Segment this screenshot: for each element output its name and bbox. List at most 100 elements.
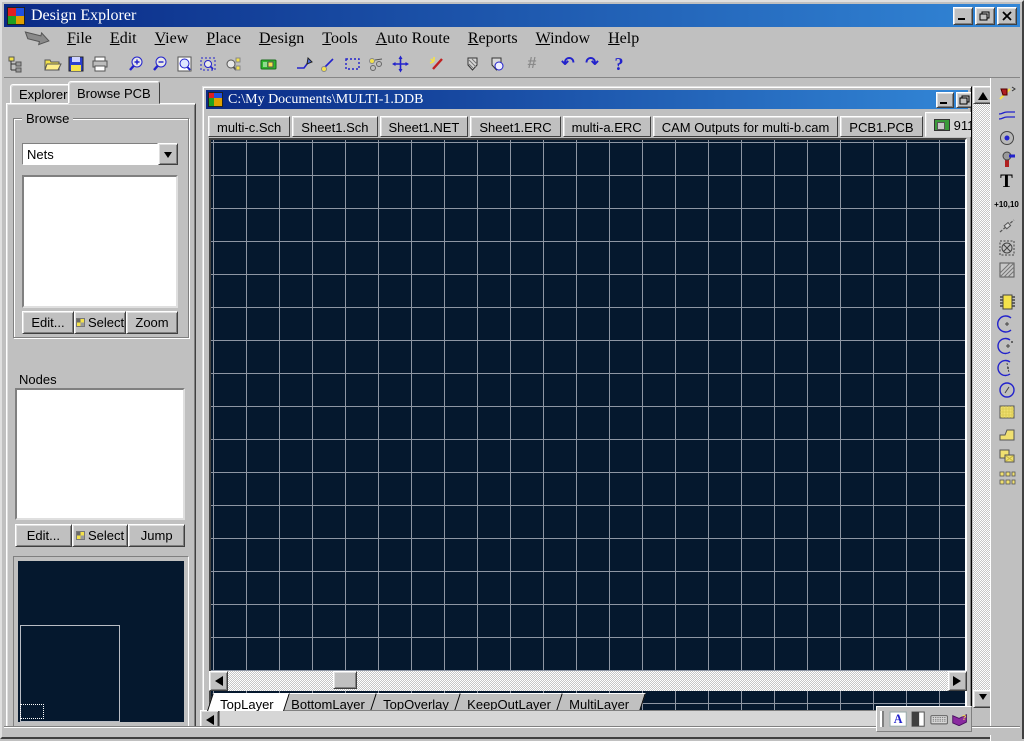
- tab-explorer[interactable]: Explorer: [10, 84, 76, 104]
- browse-pcb-panel: Browse Nets Edit... Select Zoom Nodes Ed…: [6, 103, 196, 732]
- print-icon[interactable]: [88, 53, 112, 75]
- select-mini-icon: [76, 531, 85, 540]
- design-manager-panel: Explorer Browse PCB Browse Nets Edit... …: [6, 80, 196, 732]
- grid-toggle-icon[interactable]: #: [520, 53, 544, 75]
- nodes-jump-button[interactable]: Jump: [128, 524, 185, 547]
- tab-browse-pcb[interactable]: Browse PCB: [68, 81, 160, 104]
- browse-groupbox: Browse Nets Edit... Select Zoom: [13, 118, 189, 338]
- doc-restore-button[interactable]: [956, 92, 972, 108]
- scrollbar-track[interactable]: [228, 671, 948, 691]
- menu-place[interactable]: Place: [197, 29, 250, 49]
- pad-icon[interactable]: [995, 128, 1019, 148]
- pcb-horizontal-scrollbar[interactable]: [209, 671, 967, 691]
- text-style-icon[interactable]: A: [889, 710, 907, 728]
- wizard-wand-icon[interactable]: [424, 53, 448, 75]
- minimize-button[interactable]: [953, 7, 973, 25]
- help-icon[interactable]: ?: [607, 53, 631, 75]
- layer-pair-toggle-icon[interactable]: [909, 710, 927, 728]
- deselect-icon[interactable]: [364, 53, 388, 75]
- menu-file[interactable]: File: [58, 29, 101, 49]
- tab-911-pcb[interactable]: 911.PCB: [925, 112, 972, 137]
- explorer-panel-toggle-icon[interactable]: [4, 53, 28, 75]
- polygon-plane-icon[interactable]: [995, 424, 1019, 444]
- menu-edit[interactable]: Edit: [101, 29, 146, 49]
- restore-button[interactable]: [975, 7, 995, 25]
- interactive-routing-icon[interactable]: [995, 84, 1019, 104]
- toolbar-grip-handle[interactable]: [880, 711, 884, 727]
- dimension-icon[interactable]: [995, 216, 1019, 236]
- menu-help[interactable]: Help: [599, 29, 648, 49]
- pcb-canvas[interactable]: [209, 138, 967, 712]
- zoom-point-icon[interactable]: [220, 53, 244, 75]
- menu-auto-route[interactable]: Auto Route: [367, 29, 459, 49]
- close-button[interactable]: [997, 7, 1017, 25]
- tab-sheet1-erc[interactable]: Sheet1.ERC: [470, 116, 560, 137]
- tab-sheet1-sch[interactable]: Sheet1.Sch: [292, 116, 377, 137]
- nodes-edit-button[interactable]: Edit...: [15, 524, 72, 547]
- polygon-shield-zoom-icon[interactable]: [484, 53, 508, 75]
- dropdown-arrow-icon[interactable]: [158, 143, 178, 165]
- zoom-area-icon[interactable]: [196, 53, 220, 75]
- coordinate-icon[interactable]: +10,10: [995, 194, 1019, 214]
- save-icon[interactable]: [64, 53, 88, 75]
- component-icon[interactable]: [995, 292, 1019, 312]
- scrollbar-thumb[interactable]: [333, 671, 357, 689]
- scroll-right-icon[interactable]: [948, 671, 967, 691]
- menu-reports[interactable]: Reports: [459, 29, 527, 49]
- tab-multi-a-erc[interactable]: multi-a.ERC: [563, 116, 651, 137]
- zoom-out-icon[interactable]: [148, 53, 172, 75]
- arc-by-edge-icon[interactable]: [995, 314, 1019, 334]
- browse-library-icon[interactable]: [256, 53, 280, 75]
- line-tool-icon[interactable]: [316, 53, 340, 75]
- paste-special-icon[interactable]: [995, 446, 1019, 466]
- nodes-buttons: Edit... Select Jump: [15, 524, 185, 547]
- minimap-frame: [13, 556, 189, 727]
- menu-tools[interactable]: Tools: [313, 29, 366, 49]
- design-explorer-window: Design Explorer File Edit View Place Des…: [0, 0, 1024, 739]
- board-minimap[interactable]: [18, 561, 184, 722]
- document-icon: [208, 92, 223, 107]
- nets-zoom-button[interactable]: Zoom: [126, 311, 178, 334]
- help-book-icon[interactable]: ?: [950, 710, 968, 728]
- minimap-viewport-rect[interactable]: [20, 704, 44, 719]
- system-menu-arrow-icon[interactable]: [22, 31, 52, 47]
- nodes-select-button[interactable]: Select: [72, 524, 129, 547]
- browse-group-label: Browse: [22, 111, 73, 126]
- doc-minimize-button[interactable]: [936, 92, 954, 108]
- layer-tab-toplayer[interactable]: TopLayer: [205, 693, 290, 712]
- fill-hatched-icon[interactable]: [995, 260, 1019, 280]
- nodes-listbox[interactable]: [15, 388, 185, 520]
- redo-icon[interactable]: ↷: [580, 53, 604, 75]
- select-area-icon[interactable]: [340, 53, 364, 75]
- tab-multi-c-sch[interactable]: multi-c.Sch: [208, 116, 290, 137]
- nets-listbox[interactable]: [22, 175, 178, 308]
- menu-view[interactable]: View: [146, 29, 198, 49]
- component-array-icon[interactable]: [995, 468, 1019, 488]
- full-circle-icon[interactable]: [995, 380, 1019, 400]
- wiring-tool-icon[interactable]: [292, 53, 316, 75]
- polygon-shield-icon[interactable]: [460, 53, 484, 75]
- menu-window[interactable]: Window: [527, 29, 599, 49]
- keyboard-shortcuts-icon[interactable]: [930, 710, 948, 728]
- document-titlebar[interactable]: C:\My Documents\MULTI-1.DDB: [206, 90, 968, 109]
- nets-select-button[interactable]: Select: [74, 311, 126, 334]
- open-document-icon[interactable]: [40, 53, 64, 75]
- fill-icon[interactable]: [995, 402, 1019, 422]
- tab-sheet1-net[interactable]: Sheet1.NET: [380, 116, 469, 137]
- arc-by-center-icon[interactable]: [995, 336, 1019, 356]
- multiple-traces-icon[interactable]: [995, 106, 1019, 126]
- nets-edit-button[interactable]: Edit...: [22, 311, 74, 334]
- undo-icon[interactable]: ↶: [556, 53, 580, 75]
- scroll-left-icon[interactable]: [209, 671, 228, 691]
- zoom-in-icon[interactable]: [124, 53, 148, 75]
- via-icon[interactable]: [995, 150, 1019, 170]
- string-text-icon[interactable]: T: [995, 172, 1019, 192]
- zoom-document-icon[interactable]: [172, 53, 196, 75]
- move-object-icon[interactable]: [388, 53, 412, 75]
- browse-mode-dropdown[interactable]: Nets: [22, 143, 178, 165]
- menu-design[interactable]: Design: [250, 29, 313, 49]
- tab-pcb1-pcb[interactable]: PCB1.PCB: [840, 116, 922, 137]
- tab-cam-outputs[interactable]: CAM Outputs for multi-b.cam: [653, 116, 839, 137]
- arc-any-angle-icon[interactable]: [995, 358, 1019, 378]
- room-icon[interactable]: [995, 238, 1019, 258]
